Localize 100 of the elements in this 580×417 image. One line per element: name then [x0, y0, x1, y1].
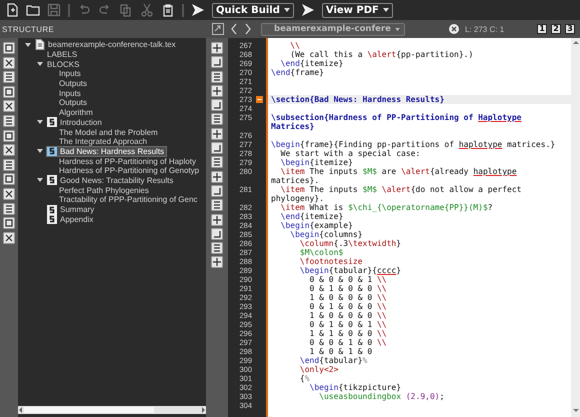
tree-item[interactable]: Algorithm: [59, 108, 95, 118]
tree-item[interactable]: Hardness of PP-Partitioning of Genotyp: [59, 166, 202, 176]
tool-icon[interactable]: [211, 199, 223, 212]
code-line: \item The inputs $M$ \alert{do not allow a perfect: [280, 185, 522, 194]
tree-item[interactable]: LABELS: [47, 50, 80, 60]
code-line: $M\colon$: [298, 248, 344, 257]
tree-item[interactable]: The Integrated Approach: [59, 136, 150, 147]
tree-item[interactable]: Introduction: [47, 118, 104, 128]
play-icon[interactable]: [191, 3, 205, 17]
quick-build-button[interactable]: Quick Build: [212, 2, 294, 18]
tool-icon[interactable]: [3, 144, 15, 156]
tree-item[interactable]: The Model and the Problem: [59, 127, 160, 137]
code-line: \begin{frame}{Finding pp-partitions of haplotype matrices.}: [271, 140, 556, 149]
expand-arrow-icon[interactable]: [37, 61, 43, 68]
code-line: \end{itemize}: [280, 212, 344, 221]
clipboard-icon[interactable]: [161, 3, 175, 17]
tool-icon[interactable]: [3, 188, 15, 200]
code-line: matrices}.: [271, 176, 320, 185]
section-icon: [47, 117, 57, 128]
scrollbar[interactable]: [571, 38, 580, 417]
code-line: \section{Bad News: Hardness Results}: [271, 95, 444, 104]
tree-item[interactable]: Inputs: [59, 88, 83, 98]
tool-icon[interactable]: [3, 100, 15, 112]
tree-item[interactable]: Appendix: [47, 214, 96, 224]
tool-icon[interactable]: [211, 184, 223, 197]
tool-icon[interactable]: [211, 42, 223, 54]
new-file-icon[interactable]: [5, 3, 19, 17]
tree-item[interactable]: Outputs: [59, 98, 90, 108]
tree-item[interactable]: Summary: [47, 204, 96, 214]
fold-marker-icon[interactable]: [256, 96, 262, 103]
code-line: \item The inputs $M$ are \alert{already haplotype: [280, 167, 517, 176]
code-line: 1 & 0 & 0 & 0 \\: [308, 293, 387, 302]
code-line: \footnotesize: [298, 257, 363, 266]
code-line: \end{tabular}%: [298, 356, 368, 365]
tool-icon[interactable]: [3, 217, 15, 230]
tree-item[interactable]: Outputs: [59, 78, 90, 88]
code-line: \useasboundingbox (2.9,0);: [318, 392, 444, 401]
tool-icon[interactable]: [211, 84, 223, 97]
tree-item[interactable]: beamerexample-conference-talk.tex: [35, 40, 178, 50]
code-line: \end{itemize}: [280, 59, 344, 68]
code-line: \\: [289, 41, 300, 50]
tree-item[interactable]: Perfect Path Phylogenies: [59, 185, 151, 195]
tool-icon[interactable]: [3, 173, 15, 186]
scroll-right-icon[interactable]: [200, 407, 206, 413]
tool-icon[interactable]: [3, 86, 15, 98]
expand-arrow-icon[interactable]: [25, 42, 31, 48]
tool-icon[interactable]: [211, 156, 223, 168]
play-icon[interactable]: [300, 3, 315, 17]
tool-icon[interactable]: [3, 56, 15, 69]
tree-item[interactable]: Tractability of PPP-Partitioning of Genc: [59, 195, 200, 205]
bookmark-button[interactable]: 2: [551, 24, 561, 34]
expand-arrow-icon[interactable]: [37, 148, 43, 154]
code-line: \begin{columns}: [289, 230, 363, 239]
tool-icon[interactable]: [211, 228, 223, 240]
scroll-up-icon[interactable]: [572, 40, 578, 46]
tool-icon[interactable]: [211, 142, 223, 154]
tree-item[interactable]: Bad News: Hardness Results: [47, 146, 166, 156]
section-icon: [47, 214, 57, 224]
scrollbar[interactable]: [18, 406, 206, 414]
tool-icon[interactable]: [211, 56, 223, 68]
bookmark-button[interactable]: 3: [565, 24, 575, 34]
expand-arrow-icon[interactable]: [37, 119, 43, 126]
tree-item[interactable]: BLOCKS: [47, 59, 82, 70]
code-line: phylogeny}.: [271, 194, 324, 203]
close-icon[interactable]: [449, 24, 459, 34]
code-line: \begin{example}: [280, 221, 353, 230]
code-line: (We call this a \alert{pp-partition}.): [289, 50, 474, 59]
code-line: 0 & 0 & 1 & 0 \\: [308, 338, 387, 347]
expand-arrow-icon[interactable]: [37, 177, 43, 184]
tree-item[interactable]: Hardness of PP-Partitioning of Haploty: [59, 156, 198, 166]
code-line: 0 & 1 & 0 & 0 \\: [308, 302, 387, 311]
tree-item[interactable]: Inputs: [59, 69, 83, 79]
panel-title: STRUCTURE: [2, 24, 54, 34]
scroll-down-icon[interactable]: [572, 407, 578, 413]
view-pdf-button[interactable]: View PDF: [322, 2, 393, 18]
panel-toggle-icon[interactable]: [212, 23, 224, 35]
scroll-left-icon[interactable]: [18, 407, 24, 413]
tool-icon[interactable]: [211, 70, 223, 83]
code-line: 0 & 1 & 0 & 1 \\: [308, 320, 387, 329]
tool-icon[interactable]: [211, 170, 223, 183]
tool-icon[interactable]: [211, 128, 223, 140]
code-line: Matrices}: [271, 122, 314, 131]
tool-icon[interactable]: [3, 232, 15, 244]
bookmark-button[interactable]: 1: [537, 24, 547, 34]
tool-icon[interactable]: [3, 114, 15, 127]
folder-icon[interactable]: [26, 3, 40, 17]
tool-icon[interactable]: [211, 242, 223, 254]
code-line: {%: [298, 374, 310, 383]
tool-icon[interactable]: [3, 71, 15, 84]
tool-icon[interactable]: [211, 113, 223, 126]
file-dropdown[interactable]: beamerexample-confere: [261, 22, 405, 36]
tool-icon[interactable]: [211, 214, 223, 226]
tool-icon[interactable]: [3, 202, 15, 215]
code-line: \subsection{Hardness of PP-Partitioning of Haplotype: [271, 113, 522, 122]
tool-icon[interactable]: [3, 158, 15, 171]
tree-item[interactable]: Good News: Tractability Results: [47, 176, 176, 186]
tool-icon[interactable]: [211, 256, 223, 268]
tool-icon[interactable]: [211, 99, 223, 112]
tool-icon[interactable]: [3, 42, 15, 54]
tool-icon[interactable]: [3, 130, 15, 142]
